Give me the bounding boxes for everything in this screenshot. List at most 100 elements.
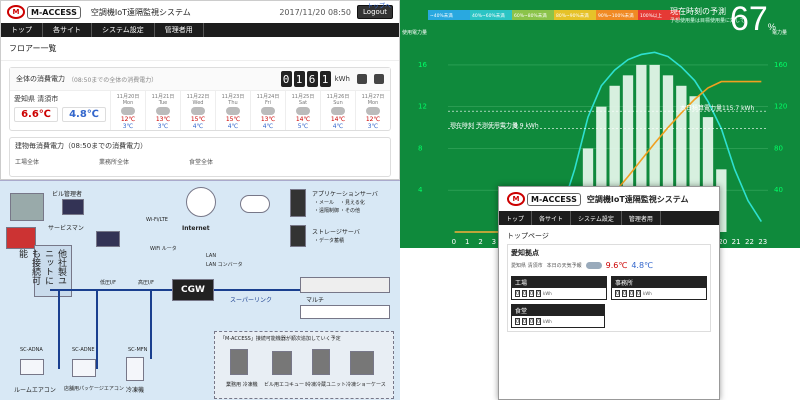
weather-row: 愛知県 清須市 6.6℃ 4.8℃ 11月20日 Mon 12℃ 3℃ 11月21日 Tu… [10,90,390,130]
weather-icon [261,107,275,115]
block-digit: 0 [622,290,627,297]
cloud-icon [585,262,602,269]
tablet-icon [96,231,120,247]
place-label: 愛知県 清須市 [511,263,543,269]
x-tick-label: 1 [465,238,469,246]
forecast-day: 11月22日 Wed 15℃ 4℃ [180,91,215,130]
block-digit: 0 [615,290,620,297]
top-link[interactable]: トップへ [367,1,391,10]
block-unit: kWh [643,291,652,296]
weather-row: 愛知県 清須市 本日の天気予報 9.6℃ 4.8℃ [511,261,707,270]
monitor-icon [62,199,84,215]
building-factory[interactable]: 工場全体 [15,157,39,166]
app-item: ・メール [314,200,335,206]
y-tick-label: 8 [418,144,422,152]
day-low: 5℃ [297,123,309,130]
unit-label: kWh [334,75,350,83]
if-label: 低圧I/F [100,280,117,286]
block-title: 事務所 [612,277,706,288]
block-digit: 0 [529,318,534,325]
block-title: 工場 [512,277,606,288]
block-digit: 0 [522,290,527,297]
y-axis-title: 使用電力量 [402,29,427,36]
legend-label: 60%~80%未満 [514,12,547,19]
forecast-day: 11月21日 Tue 13℃ 3℃ [145,91,180,130]
page-title: フロアー一覧 [1,37,399,61]
temp-low: 4.8℃ [69,109,99,120]
day-low: 3℃ [157,123,169,130]
logo-mark: M [507,192,525,206]
total-counter: 0 1 6 1 kWh [280,71,384,87]
unit-label: 冷凍機 [126,387,145,394]
day-date: 11月23日 [221,94,245,100]
day-low: 3℃ [122,123,134,130]
counter-digit: 1 [319,71,331,87]
planned-icon [350,351,374,375]
cgw-box: CGW [172,279,214,301]
logo: M M-ACCESS [507,192,581,206]
nav-top[interactable]: トップ [499,211,533,225]
truck-icon [6,227,36,249]
counter-digit: 6 [306,71,318,87]
day-of-week: Fri [265,100,271,106]
day-high: 15℃ [225,116,241,123]
forecast-day: 11月24日 Fri 13℃ 4℃ [250,91,285,130]
planned-label: 冷凍冷蔵ユニット [306,382,347,388]
bus-line [50,289,172,291]
legend-label: 80%~90%未満 [556,12,589,19]
internet-label: Internet [182,225,210,232]
nav-settings[interactable]: システム設定 [571,211,622,225]
temp-high: 6.6℃ [21,109,51,120]
block-office[interactable]: 事務所 0 0 0 0 kWh [611,276,707,300]
forecast-line-value: 9.9 kWh [514,123,539,130]
temp-high-card: 6.6℃ [14,107,58,122]
app-item: ・その他 [340,208,361,214]
legend-label: 90%~100%未満 [598,12,634,19]
nav-sites[interactable]: 各サイト [532,211,572,225]
current-datetime: 2017/11/20 08:50 [279,7,352,17]
block-cafeteria[interactable]: 食堂 0 0 0 0 kWh [511,304,606,328]
day-of-week: Sat [298,100,308,106]
bus-line [150,289,152,359]
nav-admin[interactable]: 管理者用 [155,23,204,37]
weather-label: 本日の天気予報 [546,263,582,269]
nav-admin[interactable]: 管理者用 [622,211,661,225]
planned-icon [312,349,330,375]
block-factory[interactable]: 工場 0 0 0 0 kWh [511,276,607,300]
building-label: 建物毎消費電力（08:50までの消費電力） [15,142,148,150]
planned-label: 業務用 冷凍機 [226,382,258,388]
day-high: 14℃ [295,116,311,123]
weather-icon [226,107,240,115]
building-power-box: 建物毎消費電力（08:50までの消費電力） 工場全体 業務所全体 食堂全体 [9,137,391,177]
building-office[interactable]: 業務所全体 [99,157,129,166]
block-digit: 0 [536,318,541,325]
wifi-label: Wi-Fi/LTE [146,217,168,223]
y-tick-label: 16 [418,61,427,69]
temp-low: 4.8℃ [631,261,654,270]
day-of-week: Wed [192,100,204,106]
day-high: 13℃ [155,116,171,123]
chart-icon[interactable] [357,74,367,84]
settings-icon[interactable] [374,74,384,84]
nav-settings[interactable]: システム設定 [92,23,155,37]
day-date: 11月22日 [186,94,210,100]
block-title: 食堂 [512,305,605,316]
model-label: SC-ADNE [72,347,95,353]
day-of-week: Sun [333,100,343,106]
weather-icon [296,107,310,115]
legend-label: 100%以上 [640,12,662,19]
logo: M M-ACCESS [7,5,81,19]
bus-line [96,289,98,369]
model-label: SC-ADNA [20,347,43,353]
block-digit: 0 [515,290,520,297]
nav-sites[interactable]: 各サイト [43,23,92,37]
nav-top[interactable]: トップ [1,23,43,37]
building-cafeteria[interactable]: 食堂全体 [189,157,213,166]
block-row: 工場 0 0 0 0 kWh 事務所 0 0 0 0 kWh [511,274,707,300]
main-nav: トップ 各サイト システム設定 管理者用 [499,211,719,225]
cum-value: 115.7 kWh [722,105,754,112]
day-high: 14℃ [330,116,346,123]
unit-label: 店舗用パッケージエアコン [64,386,124,392]
plan-note: 「M-ACCESS」接続可能機器が順次追加していく予定 [220,336,341,342]
system-title: 空調機IoT遠隔監視システム [586,194,689,204]
